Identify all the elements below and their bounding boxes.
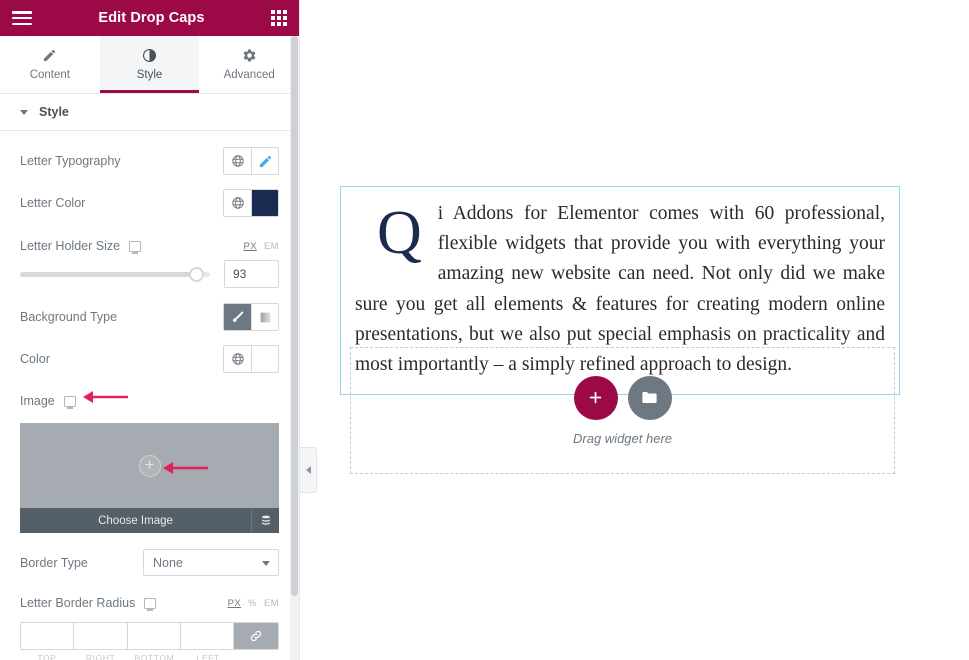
letter-color-swatch[interactable] <box>251 190 278 216</box>
classic-brush-icon[interactable] <box>224 304 251 330</box>
template-library-button[interactable] <box>627 375 672 420</box>
border-type-select-wrap: NoneSolidDoubleDottedDashedGroove <box>143 549 279 576</box>
image-preview-dropzone[interactable]: + <box>20 423 279 508</box>
background-color-label: Color <box>20 352 50 366</box>
letter-border-radius-field-labels: TOP RIGHT BOTTOM LEFT <box>20 653 279 660</box>
border-radius-left-input[interactable] <box>180 623 234 649</box>
section-style-header[interactable]: Style <box>0 94 299 131</box>
preview-canvas: Q i Addons for Elementor comes with 60 p… <box>300 0 969 660</box>
background-color-swatch[interactable] <box>251 346 278 372</box>
drop-cap-letter: Q <box>377 199 422 267</box>
dropzone-label: Drag widget here <box>573 430 672 446</box>
caret-down-icon <box>20 109 28 115</box>
letter-border-radius-inputs <box>20 622 279 650</box>
hamburger-icon[interactable] <box>12 11 32 25</box>
panel-scrollbar[interactable] <box>290 36 299 660</box>
tab-style[interactable]: Style <box>99 36 200 93</box>
panel-body: Style Letter Typography Letter Color Let… <box>0 94 299 660</box>
control-letter-typography: Letter Typography <box>0 147 299 175</box>
globe-icon[interactable] <box>224 148 251 174</box>
panel-tabs: Content Style Advanced <box>0 36 299 94</box>
control-background-type: Background Type <box>0 303 299 331</box>
unit-em[interactable]: EM <box>264 598 279 609</box>
background-type-label: Background Type <box>20 310 118 324</box>
dropzone-buttons <box>573 375 672 420</box>
letter-holder-size-input[interactable] <box>224 260 279 288</box>
section-style-title: Style <box>39 105 69 119</box>
slider-fill <box>20 271 197 277</box>
media-library-icon[interactable] <box>251 508 279 533</box>
elementor-settings-panel: Edit Drop Caps Content Style Advanced St… <box>0 0 300 660</box>
pencil-edit-icon[interactable] <box>251 148 278 174</box>
contrast-icon <box>142 48 157 63</box>
plus-circle-icon: + <box>138 454 161 477</box>
responsive-device-icon[interactable] <box>144 597 157 612</box>
tab-advanced[interactable]: Advanced <box>199 36 299 93</box>
letter-color-label: Letter Color <box>20 196 86 210</box>
gradient-icon[interactable] <box>251 304 278 330</box>
app-root: Edit Drop Caps Content Style Advanced St… <box>0 0 969 660</box>
control-image: Image <box>0 388 299 414</box>
page-title: Edit Drop Caps <box>98 10 205 26</box>
letter-border-radius-units: PX % EM <box>228 598 279 609</box>
link-chain-icon[interactable] <box>234 623 278 649</box>
tab-style-label: Style <box>136 69 163 81</box>
panel-collapse-handle[interactable] <box>300 447 317 493</box>
background-type-toggle <box>223 303 279 331</box>
border-radius-bottom-label: BOTTOM <box>134 653 175 660</box>
letter-holder-size-units: PX EM <box>243 241 279 252</box>
unit-percent[interactable]: % <box>248 598 257 609</box>
tab-content[interactable]: Content <box>0 36 100 93</box>
letter-holder-size-label: Letter Holder Size <box>20 239 142 255</box>
chevron-left-icon <box>305 466 311 474</box>
border-radius-right-label: RIGHT <box>85 653 116 660</box>
globe-icon[interactable] <box>224 346 251 372</box>
border-radius-top-label: TOP <box>37 653 57 660</box>
responsive-device-icon[interactable] <box>129 240 142 255</box>
letter-holder-size-slider[interactable] <box>20 266 210 282</box>
unit-px[interactable]: PX <box>243 241 256 252</box>
widget-dropzone[interactable]: Drag widget here <box>350 347 895 474</box>
dim-label-spacer <box>235 653 279 660</box>
letter-typography-label: Letter Typography <box>20 154 121 168</box>
letter-holder-size-slider-row <box>0 259 299 289</box>
letter-typography-buttons <box>223 147 279 175</box>
control-letter-holder-size: Letter Holder Size PX EM <box>0 233 299 259</box>
control-letter-border-radius: Letter Border Radius PX % EM <box>0 590 299 616</box>
background-color-buttons <box>223 345 279 373</box>
tab-content-label: Content <box>29 69 70 81</box>
gear-icon <box>242 48 257 63</box>
slider-handle[interactable] <box>189 266 205 282</box>
border-type-select[interactable]: NoneSolidDoubleDottedDashedGroove <box>143 549 279 576</box>
tab-advanced-label: Advanced <box>223 69 275 81</box>
widgets-grid-icon[interactable] <box>271 10 287 26</box>
image-action-bar: Choose Image <box>20 508 279 533</box>
border-radius-top-input[interactable] <box>21 623 75 649</box>
unit-px[interactable]: PX <box>228 598 241 609</box>
responsive-device-icon[interactable] <box>63 395 76 410</box>
control-background-color: Color <box>0 345 299 373</box>
panel-header: Edit Drop Caps <box>0 0 299 36</box>
image-label: Image <box>20 394 76 410</box>
border-radius-bottom-input[interactable] <box>127 623 181 649</box>
choose-image-button[interactable]: Choose Image <box>20 515 251 527</box>
border-radius-right-input[interactable] <box>74 623 128 649</box>
control-border-type: Border Type NoneSolidDoubleDottedDashedG… <box>0 549 299 576</box>
panel-scrollbar-thumb[interactable] <box>291 36 298 596</box>
letter-border-radius-label: Letter Border Radius <box>20 596 157 612</box>
pencil-icon <box>42 48 57 63</box>
control-letter-color: Letter Color <box>0 189 299 217</box>
add-widget-button[interactable] <box>573 375 618 420</box>
unit-em[interactable]: EM <box>264 241 279 252</box>
image-picker: + Choose Image <box>20 423 279 533</box>
letter-color-buttons <box>223 189 279 217</box>
border-type-label: Border Type <box>20 555 88 570</box>
globe-icon[interactable] <box>224 190 251 216</box>
border-radius-left-label: LEFT <box>196 653 220 660</box>
